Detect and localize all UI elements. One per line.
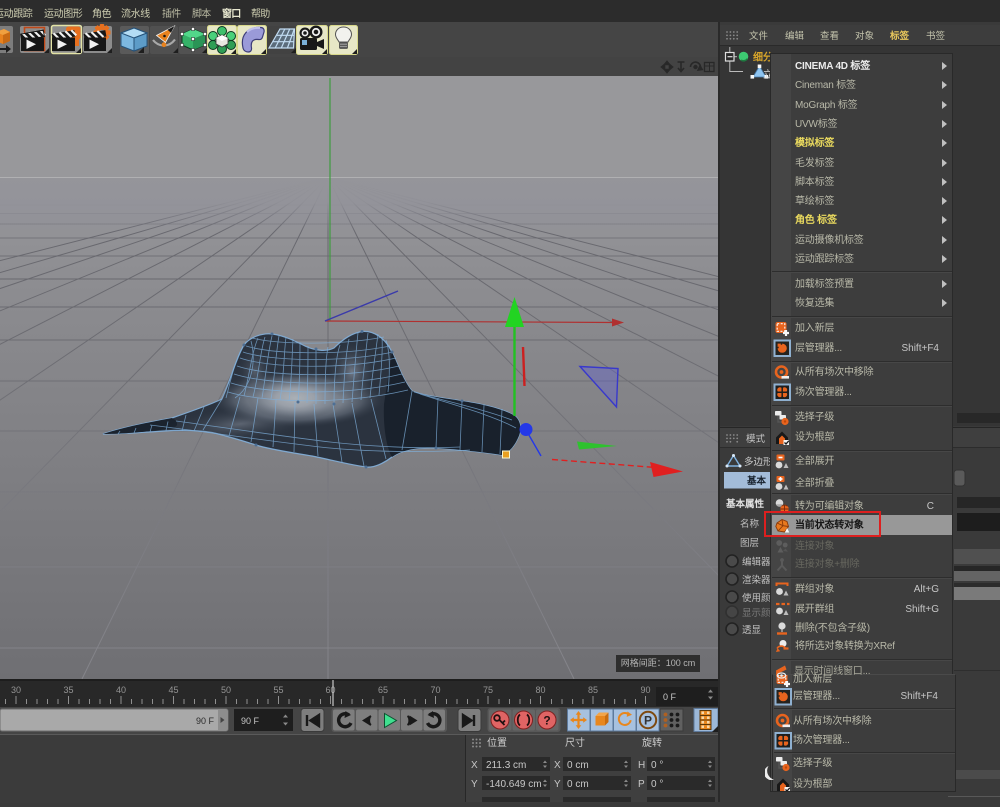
svg-text:基本属性: 基本属性 xyxy=(725,498,765,510)
svg-text:多边形: 多边形 xyxy=(744,456,773,468)
svg-text:显示颜: 显示颜 xyxy=(742,607,771,619)
svg-text:75: 75 xyxy=(483,685,493,695)
svg-text:P: P xyxy=(638,779,645,790)
svg-text:模式: 模式 xyxy=(746,433,766,445)
svg-text:位置: 位置 xyxy=(487,736,507,749)
svg-text:尺寸: 尺寸 xyxy=(565,736,585,749)
svg-text:85: 85 xyxy=(588,685,598,695)
svg-text:渲染器: 渲染器 xyxy=(742,574,771,586)
svg-text:0 cm: 0 cm xyxy=(567,779,589,790)
svg-text:45: 45 xyxy=(168,685,178,695)
svg-text:Y: Y xyxy=(554,779,561,790)
svg-text:旋转: 旋转 xyxy=(642,736,662,749)
svg-text:书签: 书签 xyxy=(926,30,946,42)
svg-text:标签: 标签 xyxy=(889,30,910,42)
svg-text:透显: 透显 xyxy=(742,625,762,636)
svg-text:90 F: 90 F xyxy=(196,716,215,726)
svg-text:文件: 文件 xyxy=(749,30,769,42)
svg-text:90: 90 xyxy=(640,685,650,695)
svg-text:80: 80 xyxy=(535,685,545,695)
svg-text:P: P xyxy=(644,714,652,728)
svg-text:65: 65 xyxy=(378,685,388,695)
svg-text:X: X xyxy=(471,760,478,771)
svg-text:90 F: 90 F xyxy=(241,716,260,726)
svg-text:编辑: 编辑 xyxy=(785,30,805,42)
svg-text:名称: 名称 xyxy=(740,518,760,530)
svg-text:60: 60 xyxy=(325,685,335,695)
svg-text:Y: Y xyxy=(471,779,478,790)
svg-text:-140.649 cm: -140.649 cm xyxy=(486,779,542,790)
svg-text:35: 35 xyxy=(63,685,73,695)
svg-text:0 cm: 0 cm xyxy=(567,760,589,771)
svg-text:编辑器: 编辑器 xyxy=(742,556,771,568)
svg-text:查看: 查看 xyxy=(820,30,839,42)
svg-text:0 °: 0 ° xyxy=(651,760,663,771)
svg-text:基本: 基本 xyxy=(746,475,767,487)
svg-text:50: 50 xyxy=(221,685,231,695)
svg-text:对象: 对象 xyxy=(855,30,875,42)
svg-text:?: ? xyxy=(543,714,550,728)
svg-text:使用颜: 使用颜 xyxy=(742,592,771,604)
svg-text:0 °: 0 ° xyxy=(651,779,663,790)
svg-text:图层: 图层 xyxy=(740,538,759,549)
svg-text:211.3 cm: 211.3 cm xyxy=(486,760,526,771)
svg-text:30: 30 xyxy=(11,685,21,695)
svg-text:70: 70 xyxy=(430,685,440,695)
svg-text:0 F: 0 F xyxy=(663,692,677,702)
svg-text:40: 40 xyxy=(116,685,126,695)
svg-text:55: 55 xyxy=(273,685,283,695)
svg-text:X: X xyxy=(554,760,561,771)
svg-text:H: H xyxy=(638,760,645,771)
